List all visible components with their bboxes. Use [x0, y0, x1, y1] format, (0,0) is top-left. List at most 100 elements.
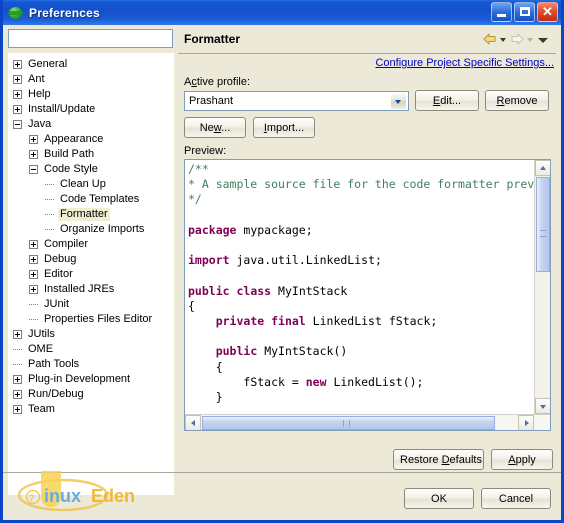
tree-item-general[interactable]: General [9, 57, 173, 72]
dialog-body: General Ant Help Install/Update Java Appearan… [3, 25, 561, 495]
tree-item-path-tools[interactable]: Path Tools [9, 357, 173, 372]
import-profile-button[interactable]: Import... [253, 117, 315, 138]
tree-expand-plus-icon[interactable] [13, 330, 22, 339]
horizontal-scroll-thumb[interactable] [202, 416, 496, 430]
tree-leaf-connector-icon [45, 210, 54, 219]
tree-expand-plus-icon[interactable] [13, 75, 22, 84]
tree-item-organize-imports[interactable]: Organize Imports [9, 222, 173, 237]
code-line: * A sample source file for the code form… [188, 177, 534, 192]
configure-project-specific-settings-link[interactable]: Configure Project Specific Settings... [375, 57, 554, 69]
cancel-button[interactable]: Cancel [481, 488, 551, 509]
tree-expand-plus-icon[interactable] [13, 105, 22, 114]
maximize-button[interactable] [514, 2, 535, 22]
forward-dropdown-icon [526, 32, 535, 46]
tree-item-java[interactable]: Java [9, 117, 173, 132]
back-arrow-icon[interactable] [482, 31, 498, 47]
tree-item-compiler[interactable]: Compiler [9, 237, 173, 252]
tree-item-code-templates[interactable]: Code Templates [9, 192, 173, 207]
close-button[interactable]: ✕ [537, 2, 558, 22]
tree-item-team[interactable]: Team [9, 402, 173, 417]
scroll-up-arrow-icon[interactable] [535, 160, 550, 176]
chevron-down-icon[interactable] [390, 91, 407, 110]
tree-item-label: JUnit [44, 298, 70, 310]
tree-item-label: Java [28, 118, 52, 130]
scroll-down-arrow-icon[interactable] [535, 398, 550, 414]
remove-button[interactable]: Remove [485, 90, 549, 111]
tree-item-help[interactable]: Help [9, 87, 173, 102]
tree-item-label: JUtils [28, 328, 55, 340]
tree-collapse-minus-icon[interactable] [29, 165, 38, 174]
ok-button[interactable]: OK [404, 488, 474, 509]
tree-item-label: Build Path [44, 148, 95, 160]
apply-row: Restore Defaults Apply [393, 449, 553, 470]
tree-expand-plus-icon[interactable] [29, 135, 38, 144]
tree-item-label: Ant [28, 73, 45, 85]
tree-item-debug[interactable]: Debug [9, 252, 173, 267]
tree-item-install-update[interactable]: Install/Update [9, 102, 173, 117]
active-profile-combobox[interactable]: Prashant [184, 90, 409, 111]
tree-expand-plus-icon[interactable] [29, 255, 38, 264]
tree-leaf-connector-icon [45, 180, 54, 189]
back-dropdown-icon[interactable] [499, 32, 508, 46]
code-line: package mypackage; [188, 222, 313, 237]
preferences-dialog: Preferences ✕ General Ant Help Install/Upda… [0, 0, 564, 523]
code-line: import java.util.LinkedList; [188, 253, 382, 268]
tree-item-code-style[interactable]: Code Style [9, 162, 173, 177]
tree-leaf-connector-icon [13, 345, 22, 354]
sidebar: General Ant Help Install/Update Java Appearan… [3, 25, 178, 495]
code-line: */ [188, 192, 202, 207]
code-line: { [188, 298, 195, 313]
profile-row: Prashant Edit... Remove [184, 90, 556, 111]
tree-item-properties-files-editor[interactable]: Properties Files Editor [9, 312, 173, 327]
tree-item-label: Properties Files Editor [44, 313, 153, 325]
apply-button[interactable]: Apply [491, 449, 553, 470]
tree-item-junit[interactable]: JUnit [9, 297, 173, 312]
tree-item-build-path[interactable]: Build Path [9, 147, 173, 162]
tree-expand-plus-icon[interactable] [13, 375, 22, 384]
tree-item-ome[interactable]: OME [9, 342, 173, 357]
page-pane: Formatter Configure Project Specific Set… [178, 25, 561, 495]
tree-item-label: Organize Imports [60, 223, 145, 235]
active-profile-value: Prashant [189, 94, 234, 107]
tree-item-label: Editor [44, 268, 73, 280]
tree-expand-plus-icon[interactable] [13, 390, 22, 399]
code-line: /** [188, 162, 209, 176]
restore-defaults-button[interactable]: Restore Defaults [393, 449, 484, 470]
filter-input[interactable] [8, 29, 173, 48]
tree-expand-plus-icon[interactable] [13, 405, 22, 414]
preference-tree[interactable]: General Ant Help Install/Update Java Appearan… [8, 53, 174, 495]
chevron-down-icon[interactable] [536, 32, 550, 46]
tree-item-ant[interactable]: Ant [9, 72, 173, 87]
tree-expand-plus-icon[interactable] [29, 285, 38, 294]
tree-item-appearance[interactable]: Appearance [9, 132, 173, 147]
scroll-left-arrow-icon[interactable] [185, 415, 201, 430]
tree-item-jutils[interactable]: JUtils [9, 327, 173, 342]
tree-item-formatter[interactable]: Formatter [9, 207, 173, 222]
minimize-button[interactable] [491, 2, 512, 22]
vertical-scroll-thumb[interactable] [536, 177, 550, 273]
tree-expand-plus-icon[interactable] [29, 270, 38, 279]
tree-item-label: Formatter [58, 208, 110, 221]
code-preview-text[interactable]: /** * A sample source file for the code f… [185, 160, 534, 414]
scroll-right-arrow-icon[interactable] [518, 415, 534, 430]
preview-horizontal-scrollbar[interactable] [185, 414, 550, 430]
code-line: { [188, 359, 223, 374]
tree-expand-plus-icon[interactable] [29, 150, 38, 159]
tree-collapse-minus-icon[interactable] [13, 120, 22, 129]
tree-item-clean-up[interactable]: Clean Up [9, 177, 173, 192]
tree-item-installed-jres[interactable]: Installed JREs [9, 282, 173, 297]
tree-item-editor[interactable]: Editor [9, 267, 173, 282]
tree-expand-plus-icon[interactable] [13, 60, 22, 69]
tree-item-run-debug[interactable]: Run/Debug [9, 387, 173, 402]
tree-item-plug-in-development[interactable]: Plug-in Development [9, 372, 173, 387]
tree-expand-plus-icon[interactable] [13, 90, 22, 99]
edit-button[interactable]: Edit... [415, 90, 479, 111]
new-profile-button[interactable]: New... [184, 117, 246, 138]
tree-leaf-connector-icon [13, 360, 22, 369]
tree-item-label: Plug-in Development [28, 373, 131, 385]
tree-expand-plus-icon[interactable] [29, 240, 38, 249]
preview-vertical-scrollbar[interactable] [534, 160, 550, 414]
tree-leaf-connector-icon [45, 225, 54, 234]
